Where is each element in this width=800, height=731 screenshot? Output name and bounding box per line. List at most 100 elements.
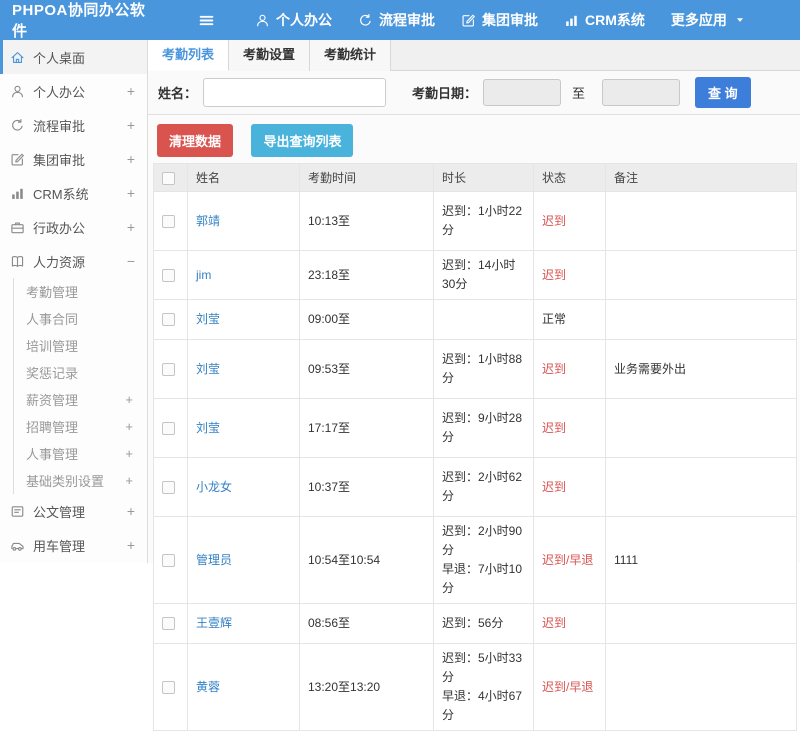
- row-checkbox[interactable]: [162, 215, 175, 228]
- employee-name-link[interactable]: 黄蓉: [196, 680, 220, 694]
- status-cell: 迟到/早退: [534, 644, 606, 731]
- employee-name-link[interactable]: 刘莹: [196, 362, 220, 376]
- sidebar-subitem-recruitment[interactable]: 招聘管理+: [14, 413, 147, 440]
- employee-name-link[interactable]: 小龙女: [196, 480, 232, 494]
- sidebar-item-personal-office[interactable]: 个人办公+: [0, 74, 147, 108]
- row-checkbox[interactable]: [162, 481, 175, 494]
- nav-more-apps[interactable]: 更多应用: [671, 10, 745, 30]
- sidebar-subitem-base-category[interactable]: 基础类别设置+: [14, 467, 147, 494]
- sidebar-item-admin-office[interactable]: 行政办公+: [0, 210, 147, 244]
- checkbox-cell: [154, 644, 188, 731]
- export-list-button[interactable]: 导出查询列表: [251, 124, 353, 157]
- sidebar-subitem-hr-contract[interactable]: 人事合同: [14, 305, 147, 332]
- employee-name-link[interactable]: 刘莹: [196, 421, 220, 435]
- expand-icon[interactable]: +: [127, 503, 135, 519]
- sidebar-item-workflow-approval[interactable]: 流程审批+: [0, 108, 147, 142]
- table-row: 王壹辉08:56至迟到：56分迟到: [154, 604, 797, 644]
- name-filter-label: 姓名：: [158, 83, 197, 102]
- sidebar-item-hr[interactable]: 人力资源 −: [0, 244, 147, 278]
- nav-personal-office[interactable]: 个人办公: [255, 10, 332, 30]
- sidebar-item-vehicle-mgmt[interactable]: 用车管理+: [0, 528, 147, 562]
- expand-icon[interactable]: +: [127, 185, 135, 201]
- sidebar-item-group-approval[interactable]: 集团审批+: [0, 142, 147, 176]
- tab-attendance-list[interactable]: 考勤列表: [148, 40, 229, 71]
- sidebar-subitem-training[interactable]: 培训管理: [14, 332, 147, 359]
- tab-attendance-statistics[interactable]: 考勤统计: [310, 40, 391, 71]
- search-button[interactable]: 查 询: [695, 77, 751, 108]
- sidebar-subitem-personnel[interactable]: 人事管理+: [14, 440, 147, 467]
- attendance-time-cell: 10:54至10:54: [300, 517, 434, 604]
- expand-icon[interactable]: +: [127, 117, 135, 133]
- duration-cell: 迟到：1小时22分: [434, 192, 534, 251]
- employee-name-link[interactable]: jim: [196, 268, 211, 282]
- expand-icon[interactable]: +: [127, 537, 135, 553]
- sidebar-subitem-label: 奖惩记录: [26, 363, 78, 382]
- employee-name-link[interactable]: 刘莹: [196, 312, 220, 326]
- remark-cell: [606, 251, 797, 300]
- employee-name-link[interactable]: 郭靖: [196, 214, 220, 228]
- checkbox-cell: [154, 300, 188, 340]
- name-cell: jim: [188, 251, 300, 300]
- checkbox-cell: [154, 251, 188, 300]
- row-checkbox[interactable]: [162, 554, 175, 567]
- duration-cell: 迟到：56分: [434, 604, 534, 644]
- nav-workflow-approval[interactable]: 流程审批: [358, 10, 435, 30]
- nav-label: 流程审批: [379, 10, 435, 30]
- row-checkbox[interactable]: [162, 313, 175, 326]
- date-from-input[interactable]: [483, 79, 561, 106]
- row-checkbox[interactable]: [162, 422, 175, 435]
- status-cell: 正常: [534, 300, 606, 340]
- attendance-time-cell: 17:17至: [300, 399, 434, 458]
- sidebar-item-crm-system[interactable]: CRM系统+: [0, 176, 147, 210]
- row-checkbox[interactable]: [162, 269, 175, 282]
- status-cell: 迟到/早退: [534, 517, 606, 604]
- duration-line: 迟到：2小时62分: [442, 468, 525, 506]
- duration-line: 迟到：56分: [442, 614, 525, 633]
- sidebar-subitem-reward-punish[interactable]: 奖惩记录: [14, 359, 147, 386]
- nav-group-approval[interactable]: 集团审批: [461, 10, 538, 30]
- nav-crm-system[interactable]: CRM系统: [564, 10, 645, 30]
- edit-icon: [461, 13, 476, 28]
- table-row: 刘莹09:53至迟到：1小时88分迟到业务需要外出: [154, 340, 797, 399]
- duration-cell: 迟到：1小时88分: [434, 340, 534, 399]
- top-header: PHPOA协同办公软件 个人办公流程审批集团审批CRM系统更多应用: [0, 0, 800, 40]
- remark-cell: [606, 604, 797, 644]
- name-cell: 小龙女: [188, 458, 300, 517]
- expand-icon[interactable]: +: [127, 219, 135, 235]
- row-checkbox[interactable]: [162, 363, 175, 376]
- status-cell: 迟到: [534, 192, 606, 251]
- tab-attendance-settings[interactable]: 考勤设置: [229, 40, 310, 71]
- expand-icon[interactable]: +: [125, 473, 133, 488]
- collapse-icon[interactable]: −: [127, 253, 135, 269]
- attendance-time-cell: 23:18至: [300, 251, 434, 300]
- expand-icon[interactable]: +: [125, 392, 133, 407]
- row-checkbox[interactable]: [162, 681, 175, 694]
- expand-icon[interactable]: +: [125, 446, 133, 461]
- duration-cell: 迟到：9小时28分: [434, 399, 534, 458]
- name-cell: 刘莹: [188, 399, 300, 458]
- expand-icon[interactable]: +: [127, 83, 135, 99]
- name-cell: 刘莹: [188, 300, 300, 340]
- checkbox-cell: [154, 458, 188, 517]
- name-filter-input[interactable]: [203, 78, 386, 107]
- employee-name-link[interactable]: 管理员: [196, 553, 232, 567]
- sidebar-subitem-salary[interactable]: 薪资管理+: [14, 386, 147, 413]
- status-text: 迟到: [542, 214, 566, 228]
- select-all-checkbox[interactable]: [162, 172, 175, 185]
- expand-icon[interactable]: +: [127, 151, 135, 167]
- remark-cell: [606, 192, 797, 251]
- sidebar-item-personal-desktop[interactable]: 个人桌面: [0, 40, 147, 74]
- sidebar-subitem-attendance[interactable]: 考勤管理: [14, 278, 147, 305]
- menu-toggle[interactable]: [198, 12, 215, 29]
- row-checkbox[interactable]: [162, 617, 175, 630]
- sidebar-item-document-mgmt[interactable]: 公文管理+: [0, 494, 147, 528]
- sidebar-item-label: 人力资源: [33, 252, 85, 271]
- expand-icon[interactable]: +: [125, 419, 133, 434]
- employee-name-link[interactable]: 王壹辉: [196, 616, 232, 630]
- clear-data-button[interactable]: 清理数据: [157, 124, 233, 157]
- nav-label: 集团审批: [482, 10, 538, 30]
- date-to-input[interactable]: [602, 79, 680, 106]
- status-text: 正常: [542, 312, 566, 326]
- attendance-time-cell: 13:20至13:20: [300, 644, 434, 731]
- column-header: 姓名: [188, 164, 300, 192]
